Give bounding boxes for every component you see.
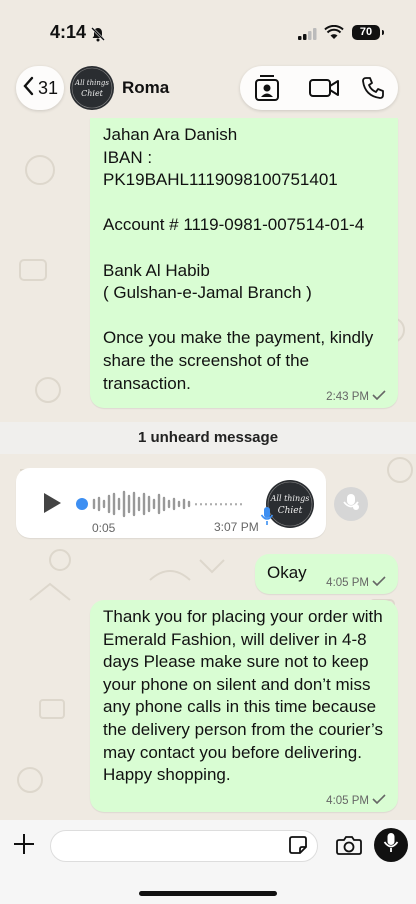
- message-time: 4:05 PM: [326, 794, 369, 807]
- checkmark-icon: [372, 390, 386, 403]
- message-text: Okay: [267, 563, 307, 582]
- checkmark-icon: [372, 794, 386, 807]
- avatar-text-2: Chiet: [81, 89, 104, 98]
- wifi-icon: [324, 24, 344, 45]
- voice-waveform[interactable]: [74, 488, 246, 520]
- voice-avatar-text-2: Chiet: [278, 506, 303, 516]
- message-bubble-okay[interactable]: Okay 4:05 PM: [255, 554, 398, 594]
- message-text: Thank you for placing your order with Em…: [103, 607, 384, 785]
- status-time: 4:14: [50, 22, 87, 42]
- voice-message-bubble[interactable]: 0:05 3:07 PM All things Chiet: [16, 468, 326, 538]
- silent-bell-icon: [90, 26, 106, 47]
- message-time: 4:05 PM: [326, 576, 369, 589]
- plus-icon[interactable]: [12, 832, 36, 861]
- transcribe-icon: [341, 492, 361, 517]
- camera-icon[interactable]: [336, 834, 362, 861]
- message-time: 2:43 PM: [326, 390, 369, 403]
- phone-call-icon[interactable]: [358, 74, 388, 102]
- chevron-left-icon: [22, 76, 34, 101]
- playback-position-dot: [76, 498, 88, 510]
- home-indicator[interactable]: [139, 891, 277, 896]
- status-bar: 4:14 70: [0, 0, 416, 62]
- sticker-icon[interactable]: [288, 835, 308, 860]
- message-text: Jahan Ara Danish IBAN : PK19BAHL11190981…: [103, 125, 374, 393]
- voice-avatar-text-1: All things: [270, 494, 310, 503]
- unread-count: 31: [37, 77, 59, 98]
- avatar[interactable]: All things Chiet: [70, 66, 114, 110]
- message-bubble-order-confirmation[interactable]: Thank you for placing your order with Em…: [90, 600, 398, 812]
- message-meta: 2:43 PM: [326, 390, 386, 403]
- cellular-signal-icon: [298, 27, 318, 45]
- transcribe-button[interactable]: [334, 487, 368, 521]
- video-call-icon[interactable]: [306, 74, 342, 102]
- contact-card-icon[interactable]: [252, 74, 282, 102]
- message-bubble-bank-details[interactable]: Jahan Ara Danish IBAN : PK19BAHL11190981…: [90, 118, 398, 408]
- mic-button[interactable]: [374, 828, 408, 862]
- play-icon[interactable]: [42, 492, 62, 519]
- mic-badge-icon: [260, 506, 274, 531]
- battery-indicator: 70: [352, 25, 384, 40]
- voice-time: 3:07 PM: [214, 520, 259, 534]
- message-meta: 4:05 PM: [326, 794, 386, 807]
- contact-name[interactable]: Roma: [122, 78, 169, 98]
- voice-duration: 0:05: [92, 521, 116, 535]
- chat-header: 31 All things Chiet Roma: [0, 62, 416, 118]
- back-button[interactable]: 31: [16, 66, 64, 110]
- unheard-message-divider: 1 unheard message: [0, 422, 416, 454]
- avatar-text-1: All things: [74, 79, 109, 87]
- mic-icon: [383, 832, 399, 859]
- message-meta: 4:05 PM: [326, 576, 386, 589]
- header-actions: [240, 66, 398, 110]
- message-input[interactable]: [50, 830, 318, 862]
- checkmark-icon: [372, 576, 386, 589]
